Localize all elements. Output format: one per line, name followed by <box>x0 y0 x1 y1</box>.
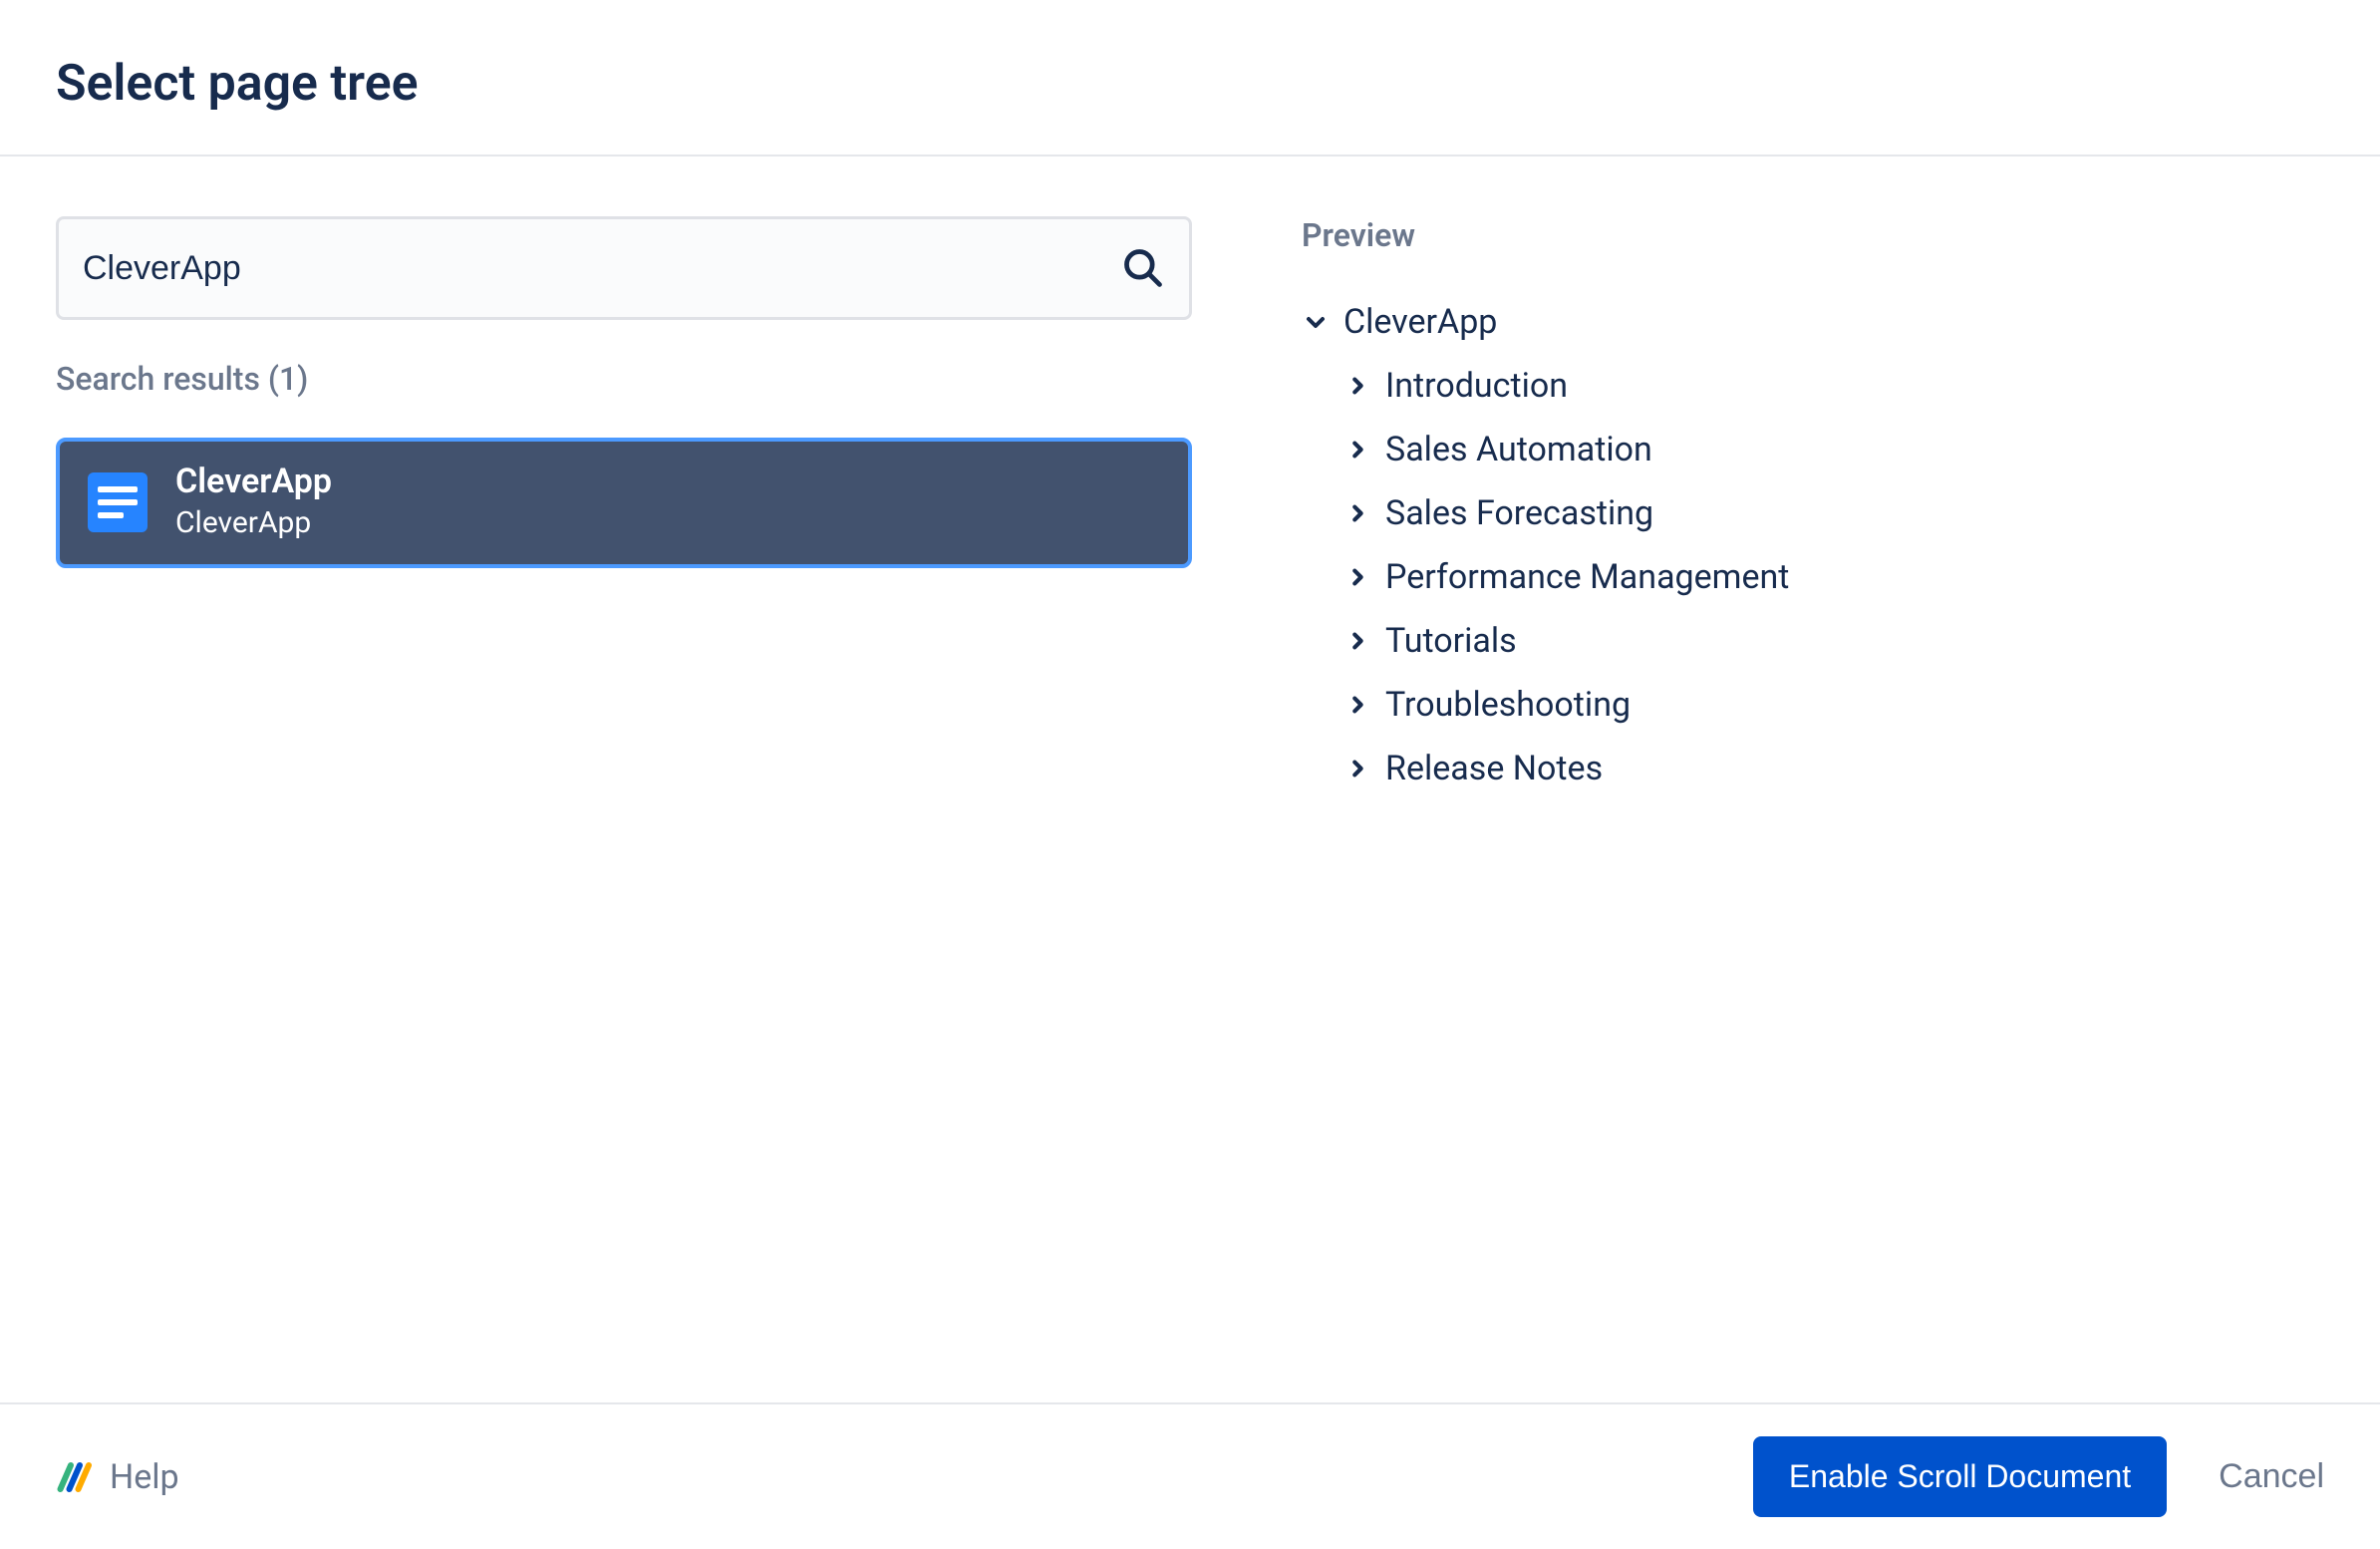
chevron-down-icon[interactable] <box>1302 308 1330 336</box>
chevron-right-icon[interactable] <box>1343 627 1371 655</box>
page-icon <box>88 472 148 532</box>
tree-node-child[interactable]: Introduction <box>1343 354 2324 418</box>
tree-node-child[interactable]: Sales Forecasting <box>1343 481 2324 545</box>
chevron-right-icon[interactable] <box>1343 563 1371 591</box>
tree-node-root[interactable]: CleverApp <box>1302 290 2324 354</box>
preview-panel: Preview CleverApp Introduction Sales Auto… <box>1272 216 2324 800</box>
tree-node-label: Sales Forecasting <box>1385 493 1653 533</box>
dialog-title: Select page tree <box>56 55 2324 113</box>
tree-node-label: Release Notes <box>1385 749 1603 788</box>
chevron-right-icon[interactable] <box>1343 691 1371 719</box>
chevron-right-icon[interactable] <box>1343 755 1371 782</box>
tree-node-child[interactable]: Troubleshooting <box>1343 673 2324 737</box>
help-link[interactable]: Help <box>56 1457 179 1497</box>
page-tree: CleverApp Introduction Sales Automation Sa… <box>1302 290 2324 800</box>
search-result-title: CleverApp <box>175 462 332 502</box>
help-label: Help <box>110 1457 179 1497</box>
search-result-subtitle: CleverApp <box>175 502 332 544</box>
preview-label: Preview <box>1302 216 2324 254</box>
tree-node-label: CleverApp <box>1343 302 1497 342</box>
tree-node-label: Performance Management <box>1385 557 1789 597</box>
chevron-right-icon[interactable] <box>1343 436 1371 464</box>
footer-actions: Enable Scroll Document Cancel <box>1753 1436 2324 1517</box>
enable-scroll-document-button[interactable]: Enable Scroll Document <box>1753 1436 2167 1517</box>
cancel-button[interactable]: Cancel <box>2219 1457 2324 1496</box>
tree-node-label: Troubleshooting <box>1385 685 1631 725</box>
tree-node-child[interactable]: Release Notes <box>1343 737 2324 800</box>
tree-node-child[interactable]: Performance Management <box>1343 545 2324 609</box>
help-logo-icon <box>56 1459 92 1495</box>
dialog-body: Search results (1) CleverApp CleverApp P… <box>0 156 2380 800</box>
search-box[interactable] <box>56 216 1192 320</box>
search-results-label: Search results (1) <box>56 360 1192 398</box>
search-icon[interactable] <box>1121 246 1165 290</box>
tree-node-label: Sales Automation <box>1385 430 1652 469</box>
dialog-footer: Help Enable Scroll Document Cancel <box>0 1402 2380 1549</box>
search-result-text: CleverApp CleverApp <box>175 462 332 544</box>
chevron-right-icon[interactable] <box>1343 372 1371 400</box>
search-result-item[interactable]: CleverApp CleverApp <box>56 438 1192 568</box>
chevron-right-icon[interactable] <box>1343 499 1371 527</box>
tree-node-child[interactable]: Sales Automation <box>1343 418 2324 481</box>
tree-node-label: Tutorials <box>1385 621 1517 661</box>
tree-node-label: Introduction <box>1385 366 1568 406</box>
search-panel: Search results (1) CleverApp CleverApp <box>56 216 1192 800</box>
search-input[interactable] <box>83 249 1121 288</box>
dialog-header: Select page tree <box>0 0 2380 156</box>
tree-node-child[interactable]: Tutorials <box>1343 609 2324 673</box>
